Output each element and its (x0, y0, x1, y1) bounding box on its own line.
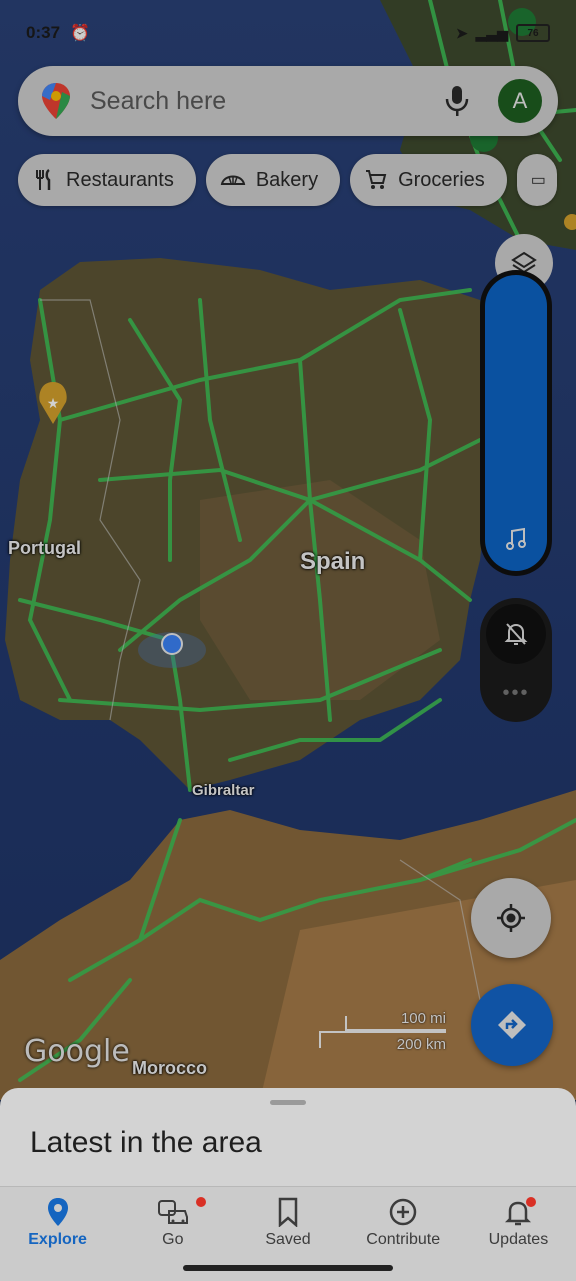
nav-label: Go (162, 1231, 184, 1248)
cart-icon (366, 170, 387, 189)
maps-pin-icon (42, 83, 70, 119)
map-scale: 100 mi 200 km (318, 1010, 448, 1053)
my-location-button[interactable] (471, 878, 551, 958)
nav-label: Contribute (366, 1231, 441, 1248)
go-notification-dot (196, 1197, 207, 1207)
map-label-portugal: Portugal (8, 538, 82, 558)
scale-km: 200 km (396, 1036, 446, 1053)
media-overlay-pill[interactable] (480, 270, 552, 576)
chip-bakery[interactable]: Bakery (205, 154, 341, 206)
nav-label: Saved (265, 1231, 311, 1248)
crosshair-icon (497, 904, 525, 932)
directions-icon (498, 1011, 526, 1039)
scale-miles: 100 mi (400, 1010, 446, 1027)
map-label-spain: Spain (300, 548, 366, 575)
music-note-icon[interactable] (505, 527, 527, 551)
sheet-title: Latest in the area (30, 1126, 262, 1159)
notification-overlay-pill[interactable]: ••• (480, 598, 552, 722)
mic-icon[interactable] (444, 84, 470, 118)
nav-label: Explore (28, 1231, 87, 1248)
nav-label: Updates (488, 1231, 549, 1248)
search-bar[interactable]: Search here A (18, 66, 558, 136)
account-avatar[interactable]: A (498, 79, 542, 123)
alarm-icon: ⏰ (70, 25, 90, 42)
sheet-drag-handle[interactable] (270, 1100, 306, 1105)
hotel-icon: ▭ (530, 172, 546, 189)
map-label-gibraltar: Gibraltar (192, 782, 255, 799)
battery-icon: 76 (516, 24, 550, 42)
bread-icon (220, 175, 246, 185)
bell-off-icon (504, 623, 528, 645)
signal-icon: ▂▃▅ (475, 24, 508, 41)
status-bar: 0:37 ⏰ ➤ ▂▃▅ 76 (26, 18, 550, 48)
nav-explore[interactable]: Explore (0, 1187, 115, 1281)
battery-level: 76 (527, 27, 539, 39)
chip-label: Groceries (398, 168, 485, 191)
map-label-morocco: Morocco (132, 1058, 208, 1078)
chip-label: Bakery (255, 168, 319, 191)
add-circle-icon (389, 1198, 417, 1226)
bookmark-icon (278, 1197, 298, 1227)
chip-label: Restaurants (66, 168, 174, 191)
location-icon: ➤ (455, 24, 468, 41)
more-dots-icon[interactable]: ••• (480, 682, 552, 705)
commute-icon (157, 1200, 188, 1224)
svg-text:★: ★ (47, 396, 60, 412)
mute-button[interactable] (486, 604, 546, 664)
directions-button[interactable] (471, 984, 553, 1066)
gesture-bar[interactable] (183, 1265, 393, 1271)
fork-knife-icon (36, 168, 51, 190)
updates-notification-dot (526, 1197, 537, 1207)
bottom-sheet[interactable]: Latest in the area (0, 1088, 576, 1198)
google-logo: Google (24, 1034, 130, 1069)
category-chips: Restaurants Bakery Groceries ▭ (18, 154, 557, 206)
status-time: 0:37 (26, 23, 61, 42)
nav-updates[interactable]: Updates (461, 1187, 576, 1281)
explore-pin-icon (47, 1198, 68, 1226)
chip-groceries[interactable]: Groceries (350, 154, 507, 206)
chip-restaurants[interactable]: Restaurants (18, 154, 196, 206)
search-input[interactable]: Search here (90, 87, 444, 116)
chip-more[interactable]: ▭ (516, 154, 557, 206)
